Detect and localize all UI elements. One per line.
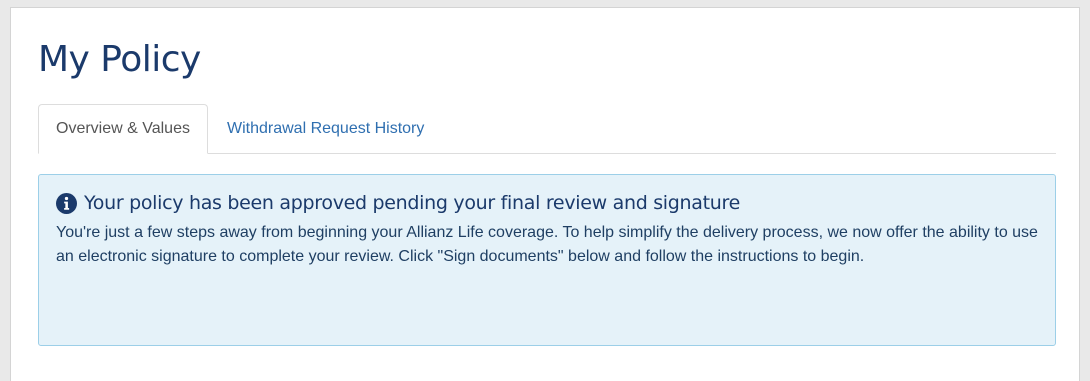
alert-title: Your policy has been approved pending yo… <box>84 192 740 214</box>
tab-withdrawal-request-history[interactable]: Withdrawal Request History <box>210 104 441 153</box>
page-title: My Policy <box>38 39 201 80</box>
info-circle-icon <box>56 192 77 214</box>
page-container: My Policy Overview & Values Withdrawal R… <box>10 7 1080 381</box>
alert-heading: Your policy has been approved pending yo… <box>56 189 1038 217</box>
alert-message: You're just a few steps away from beginn… <box>56 224 1038 265</box>
policy-approval-alert: Your policy has been approved pending yo… <box>38 174 1056 346</box>
tab-overview-values[interactable]: Overview & Values <box>38 104 208 154</box>
policy-tabs: Overview & Values Withdrawal Request His… <box>38 103 1056 154</box>
